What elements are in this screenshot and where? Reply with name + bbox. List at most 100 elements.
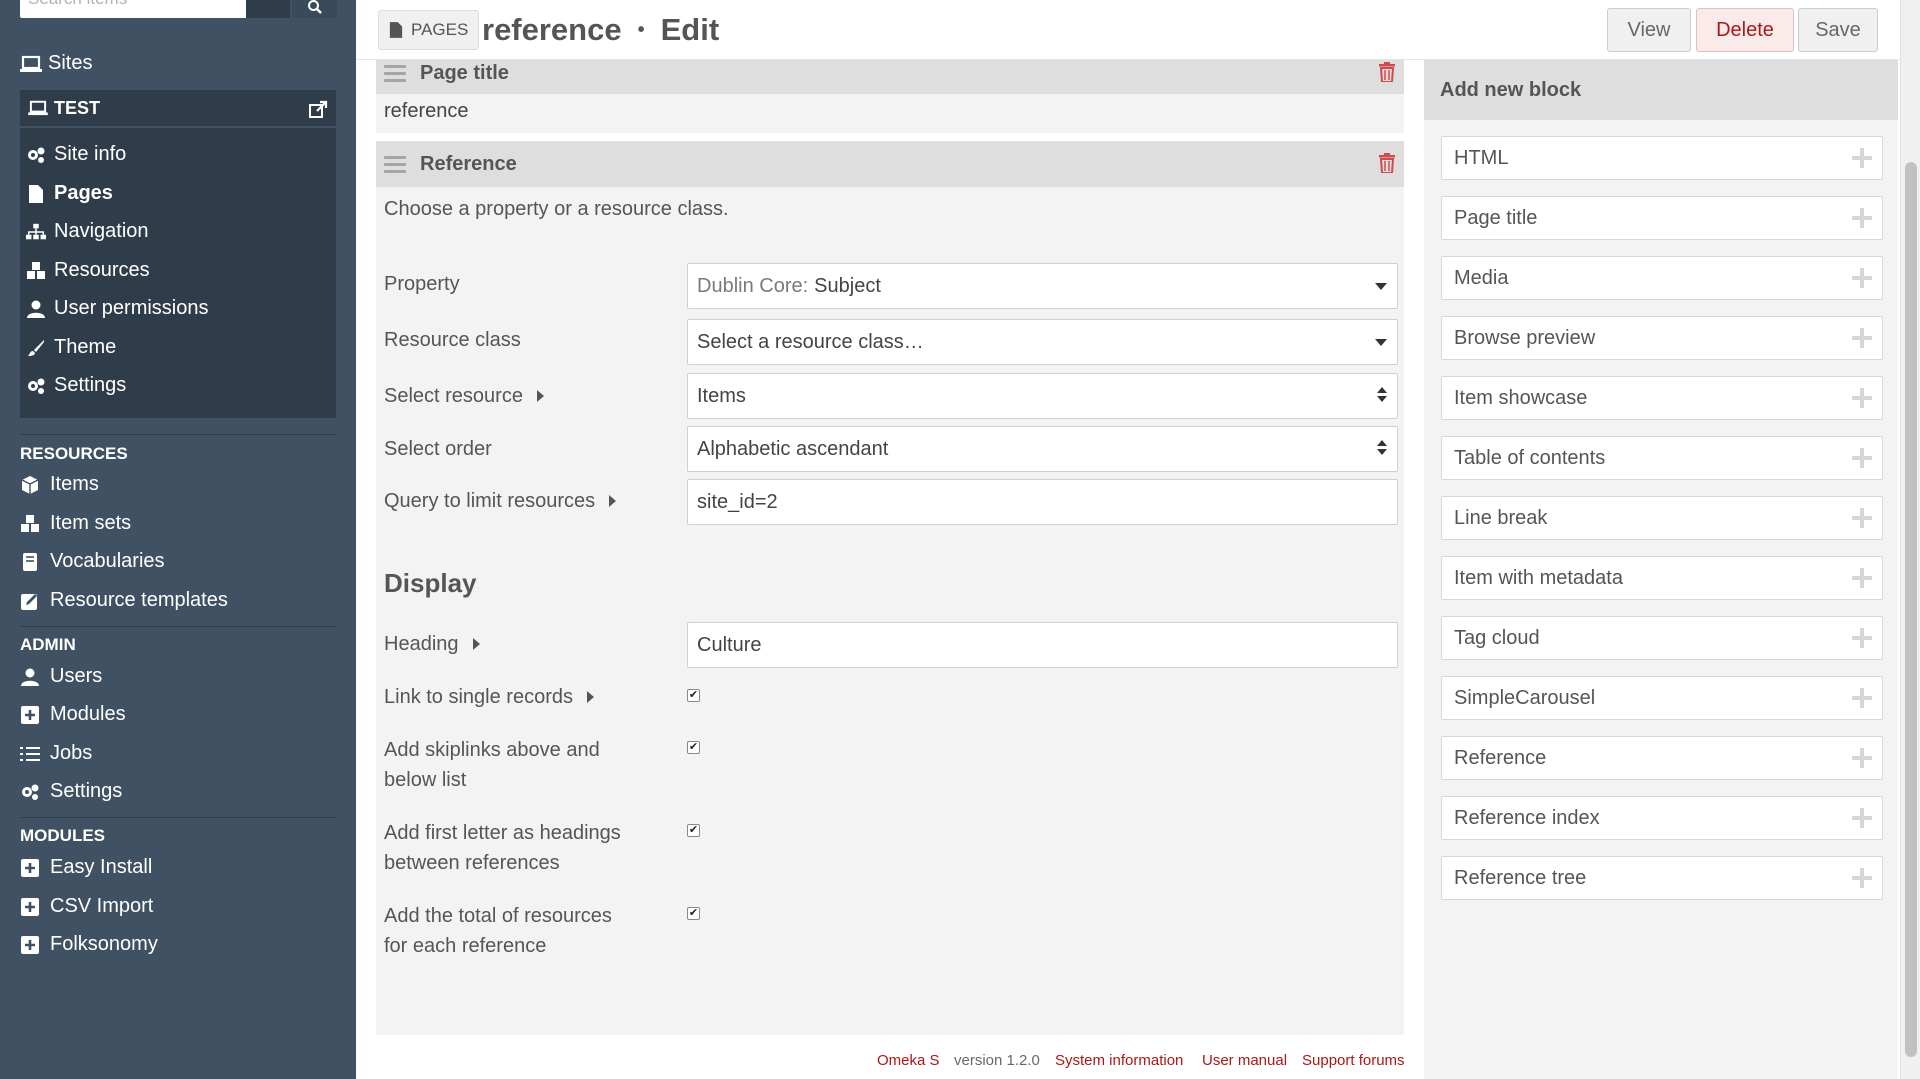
footer-system-info-link[interactable]: System information: [1055, 1052, 1183, 1069]
page-scrollbar[interactable]: [1900, 0, 1920, 1079]
sidebar-item-site-settings[interactable]: Settings: [26, 374, 126, 397]
page-title-value[interactable]: reference: [384, 100, 469, 123]
trash-icon[interactable]: [1378, 153, 1396, 173]
breadcrumb[interactable]: PAGES: [378, 10, 480, 50]
add-block-reference[interactable]: Reference: [1441, 736, 1883, 780]
block-label: Line break: [1454, 506, 1548, 529]
add-block-item-with-metadata[interactable]: Item with metadata: [1441, 556, 1883, 600]
sidebar-item-site-info[interactable]: Site info: [26, 143, 126, 166]
resource-class-select[interactable]: Select a resource class…: [687, 319, 1398, 365]
sidebar-item-label: Navigation: [54, 220, 149, 242]
search-input[interactable]: Search items: [20, 0, 246, 18]
caret-right-icon[interactable]: [609, 495, 617, 507]
add-block-title: Add new block: [1424, 60, 1898, 120]
heading-input[interactable]: Culture: [687, 622, 1398, 668]
sidebar-item-label: Easy Install: [50, 856, 153, 878]
sidebar-item-resource-templates[interactable]: Resource templates: [20, 589, 228, 612]
select-resource-label[interactable]: Select resource: [384, 381, 544, 411]
sidebar-item-item-sets[interactable]: Item sets: [20, 512, 131, 535]
query-label[interactable]: Query to limit resources: [384, 486, 617, 516]
plus-icon: [1852, 628, 1872, 648]
label-text: Resource class: [384, 329, 521, 351]
sidebar-item-label: Jobs: [50, 742, 93, 764]
title-separator: •: [637, 18, 645, 41]
external-link-icon[interactable]: [308, 100, 328, 120]
add-block-tag-cloud[interactable]: Tag cloud: [1441, 616, 1883, 660]
block-title: Page title: [420, 62, 509, 84]
plus-icon: [1852, 268, 1872, 288]
sidebar-item-items[interactable]: Items: [20, 473, 99, 496]
select-order-select[interactable]: Alphabetic ascendant: [687, 426, 1398, 472]
label-text: Heading: [384, 633, 459, 655]
search-filter-button[interactable]: [246, 0, 290, 18]
label-text: Add skiplinks above and: [384, 739, 600, 761]
select-order-label: Select order: [384, 434, 492, 464]
first-letter-checkbox[interactable]: ✔: [687, 824, 700, 837]
footer-user-manual-link[interactable]: User manual: [1202, 1052, 1287, 1069]
updown-arrows-icon: [1377, 440, 1387, 455]
sidebar-item-label: Modules: [50, 703, 126, 725]
site-title-link[interactable]: TEST: [20, 90, 336, 128]
sidebar-item-theme[interactable]: Theme: [26, 336, 116, 359]
add-block-browse-preview[interactable]: Browse preview: [1441, 316, 1883, 360]
link-single-label[interactable]: Link to single records: [384, 682, 594, 712]
reference-block-header[interactable]: Reference: [376, 141, 1404, 187]
sidebar-item-vocabularies[interactable]: Vocabularies: [20, 550, 165, 573]
caret-right-icon[interactable]: [536, 390, 544, 402]
total-label: Add the total of resources for each refer…: [384, 901, 612, 961]
add-block-reference-tree[interactable]: Reference tree: [1441, 856, 1883, 900]
caret-right-icon[interactable]: [586, 691, 594, 703]
sidebar-item-label: Settings: [50, 780, 123, 802]
footer-omeka-link[interactable]: Omeka S: [877, 1052, 940, 1069]
sidebar-item-easy-install[interactable]: Easy Install: [20, 856, 152, 879]
heading-label[interactable]: Heading: [384, 629, 480, 659]
updown-arrows-icon: [1377, 387, 1387, 402]
add-block-reference-index[interactable]: Reference index: [1441, 796, 1883, 840]
block-editor: Page title reference Reference Choose a …: [376, 48, 1404, 1035]
trash-icon[interactable]: [1378, 62, 1396, 82]
search-button[interactable]: [292, 0, 337, 18]
cubes-icon: [26, 261, 46, 281]
add-block-media[interactable]: Media: [1441, 256, 1883, 300]
property-label: Property: [384, 269, 460, 299]
sidebar-item-modules[interactable]: Modules: [20, 703, 126, 726]
save-button[interactable]: Save: [1798, 8, 1878, 52]
plus-icon: [1852, 568, 1872, 588]
sidebar-item-admin-settings[interactable]: Settings: [20, 780, 122, 803]
property-select[interactable]: Dublin Core: Subject: [687, 263, 1398, 309]
query-input[interactable]: site_id=2: [687, 479, 1398, 525]
view-button[interactable]: View: [1607, 8, 1691, 52]
sidebar-item-pages[interactable]: Pages: [26, 182, 113, 205]
drag-handle-icon[interactable]: [384, 65, 406, 82]
sidebar-item-resources[interactable]: Resources: [26, 259, 150, 282]
sidebar-item-label: Resource templates: [50, 589, 228, 611]
add-block-simplecarousel[interactable]: SimpleCarousel: [1441, 676, 1883, 720]
laptop-icon: [28, 100, 48, 116]
sidebar-item-users[interactable]: Users: [20, 665, 102, 688]
select-resource-select[interactable]: Items: [687, 373, 1398, 419]
add-block-item-showcase[interactable]: Item showcase: [1441, 376, 1883, 420]
total-checkbox[interactable]: ✔: [687, 907, 700, 920]
brush-icon: [26, 338, 46, 358]
plus-icon: [1852, 748, 1872, 768]
add-block-html[interactable]: HTML: [1441, 136, 1883, 180]
add-block-line-break[interactable]: Line break: [1441, 496, 1883, 540]
sidebar-item-navigation[interactable]: Navigation: [26, 220, 149, 243]
delete-button[interactable]: Delete: [1696, 8, 1794, 52]
skiplinks-checkbox[interactable]: ✔: [687, 741, 700, 754]
add-block-table-of-contents[interactable]: Table of contents: [1441, 436, 1883, 480]
add-block-page-title[interactable]: Page title: [1441, 196, 1883, 240]
site-panel: TEST Site info Pages Navigation Resource…: [20, 90, 336, 418]
block-label: Browse preview: [1454, 326, 1596, 349]
drag-handle-icon[interactable]: [384, 156, 406, 173]
sidebar-item-user-permissions[interactable]: User permissions: [26, 297, 208, 320]
link-single-checkbox[interactable]: ✔: [687, 689, 700, 702]
sidebar-item-jobs[interactable]: Jobs: [20, 742, 92, 765]
caret-right-icon[interactable]: [472, 638, 480, 650]
sidebar-item-csv-import[interactable]: CSV Import: [20, 895, 153, 918]
footer-support-link[interactable]: Support forums: [1302, 1052, 1405, 1069]
block-label: Reference index: [1454, 806, 1600, 829]
sidebar-item-folksonomy[interactable]: Folksonomy: [20, 933, 158, 956]
sidebar-sites-link[interactable]: Sites: [20, 52, 92, 75]
scrollbar-thumb[interactable]: [1905, 162, 1917, 1057]
